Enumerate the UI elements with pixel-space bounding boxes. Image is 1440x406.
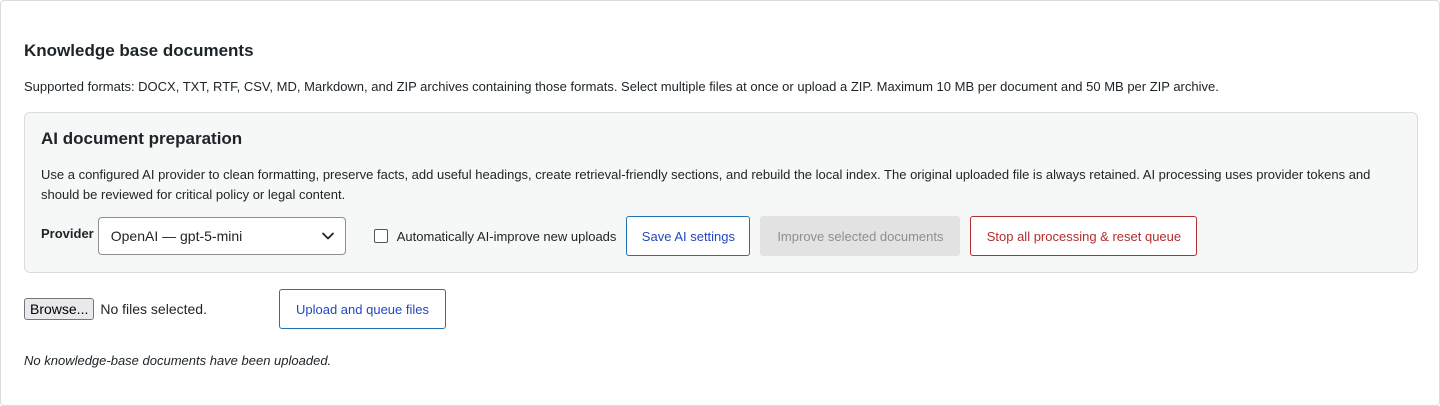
- auto-improve-checkbox[interactable]: [373, 229, 388, 243]
- upload-and-queue-button[interactable]: Upload and queue files: [279, 289, 446, 329]
- ai-preparation-panel: AI document preparation Use a configured…: [24, 112, 1418, 273]
- ai-controls-row: Provider OpenAI — gpt-5-mini Automatical…: [41, 216, 1198, 256]
- page: Knowledge base documents Supported forma…: [0, 0, 1440, 406]
- stop-processing-button[interactable]: Stop all processing & reset queue: [970, 216, 1198, 256]
- save-ai-settings-button[interactable]: Save AI settings: [626, 216, 751, 256]
- knowledge-base-card: Knowledge base documents Supported forma…: [0, 0, 1440, 406]
- ai-panel-title: AI document preparation: [41, 129, 243, 148]
- provider-select[interactable]: OpenAI — gpt-5-mini: [97, 217, 346, 255]
- provider-label: Provider: [41, 225, 94, 241]
- file-selection-status: No files selected.: [100, 301, 207, 317]
- empty-documents-note: No knowledge-base documents have been up…: [24, 353, 332, 368]
- auto-improve-label: Automatically AI-improve new uploads: [396, 228, 617, 244]
- provider-select-value: OpenAI — gpt-5-mini: [110, 228, 243, 244]
- improve-selected-documents-button[interactable]: Improve selected documents: [760, 216, 961, 256]
- auto-improve-option[interactable]: Automatically AI-improve new uploads: [373, 228, 617, 244]
- section-title: Knowledge base documents: [24, 41, 254, 60]
- chevron-down-icon: [321, 229, 335, 243]
- file-picker: Browse... No files selected.: [24, 289, 207, 329]
- supported-formats-note: Supported formats: DOCX, TXT, RTF, CSV, …: [24, 79, 1219, 94]
- ai-panel-description: Use a configured AI provider to clean fo…: [41, 167, 1371, 202]
- browse-button[interactable]: Browse...: [24, 298, 95, 320]
